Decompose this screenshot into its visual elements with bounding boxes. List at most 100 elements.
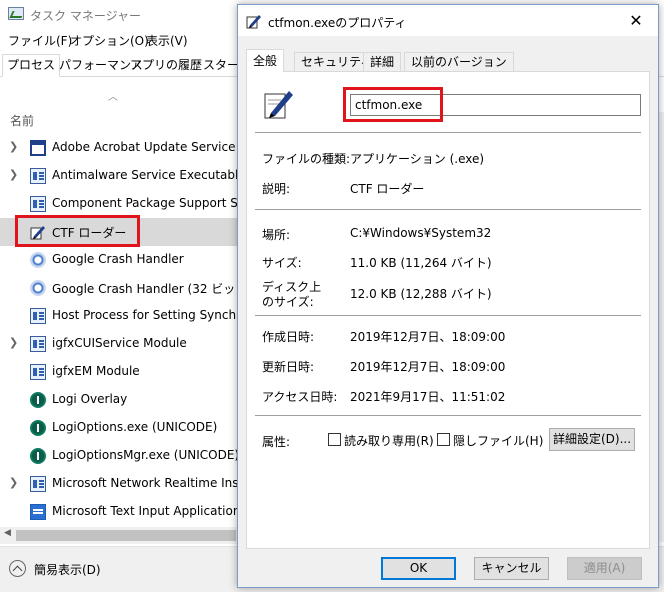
menu-view[interactable]: 表示(V) [146,32,188,49]
process-name: Google Crash Handler (32 ビット) [52,282,237,296]
process-row[interactable]: ❯ Antimalware Service Executable [0,162,240,190]
chevron-right-icon[interactable]: ❯ [9,168,18,181]
tab-app-history[interactable]: アプリの履歴 [125,54,207,77]
apply-button[interactable]: 適用(A) [567,557,642,580]
tab-processes[interactable]: プロセス [2,54,61,77]
size-label: サイズ: [262,256,302,270]
process-row[interactable]: Component Package Support Se... [0,190,240,218]
dialog-title: ctfmon.exeのプロパティ [268,16,407,30]
properties-dialog: ctfmon.exeのプロパティ ✕ 全般 セキュリティ 詳細 以前のバージョン… [237,4,659,588]
process-name: Component Package Support Se... [52,196,237,210]
process-row-selected[interactable]: CTF ローダー [0,218,240,246]
menu-file[interactable]: ファイル(F) [8,32,72,49]
tab-details[interactable]: 詳細 [363,52,402,72]
chevron-right-icon[interactable]: ❯ [9,140,18,153]
separator [255,132,641,133]
disk-size-value: 12.0 KB (12,288 バイト) [350,287,492,301]
google-icon [30,252,46,268]
process-name: CTF ローダー [52,226,127,240]
description-value: CTF ローダー [350,182,425,196]
service-icon [30,336,46,352]
cancel-button[interactable]: キャンセル [474,557,549,580]
window-icon [30,140,46,156]
process-name: igfxEM Module [52,364,140,378]
scroll-left-icon[interactable]: ◀ [4,528,11,538]
task-manager-icon [8,7,24,20]
tm-title: タスク マネージャー [30,9,141,23]
location-label: 場所: [262,228,291,242]
sort-up-icon: ︿ [108,92,118,103]
service-icon [30,364,46,380]
file-name-input[interactable] [350,94,641,116]
process-row[interactable]: LogiOptions.exe (UNICODE) [0,414,240,442]
process-name: LogiOptionsMgr.exe (UNICODE) [52,448,237,462]
general-panel: ファイルの種類: アプリケーション (.exe) 説明: CTF ローダー 場所… [246,71,650,549]
menu-options[interactable]: オプション(O) [70,32,149,49]
close-button[interactable]: ✕ [614,5,658,36]
chevron-right-icon[interactable]: ❯ [9,336,18,349]
process-name: Adobe Acrobat Update Service (... [52,140,237,154]
horizontal-scrollbar[interactable]: ◀ [0,527,240,544]
pen-icon [246,13,262,29]
process-name: Host Process for Setting Synch... [52,308,237,322]
location-value: C:¥Windows¥System32 [350,226,492,240]
separator [255,209,641,210]
service-icon [30,476,46,492]
process-name: Google Crash Handler [52,252,184,266]
attributes-label: 属性: [262,435,291,449]
process-row[interactable]: ❯ igfxCUIService Module [0,330,240,358]
hidden-checkbox[interactable] [437,433,450,446]
logi-icon [30,448,46,464]
process-row[interactable]: Host Process for Setting Synch... [0,302,240,330]
separator [255,315,641,316]
size-value: 11.0 KB (11,264 バイト) [350,256,492,270]
process-name: igfxCUIService Module [52,336,187,350]
service-icon [30,196,46,212]
process-row[interactable]: Logi Overlay [0,386,240,414]
separator [255,415,641,416]
process-name: Microsoft Network Realtime Ins... [52,476,237,490]
process-row[interactable]: Google Crash Handler [0,246,240,274]
tab-general[interactable]: 全般 [246,49,285,72]
process-row[interactable]: LogiOptionsMgr.exe (UNICODE) [0,442,240,470]
chevron-right-icon[interactable]: ❯ [9,476,18,489]
process-name: Microsoft Text Input Application [52,504,237,518]
process-row[interactable]: Microsoft Text Input Application [0,498,240,526]
description-label: 説明: [262,182,291,196]
hidden-label[interactable]: 隠しファイル(H) [453,432,543,449]
pen-icon [263,88,295,120]
modified-value: 2019年12月7日、18:09:00 [350,360,506,374]
process-name: Logi Overlay [52,392,128,406]
dialog-titlebar: ctfmon.exeのプロパティ ✕ [238,5,658,36]
tab-previous-versions[interactable]: 以前のバージョン [404,52,514,72]
advanced-button[interactable]: 詳細設定(D)... [549,428,635,451]
column-header-name[interactable]: 名前 [10,112,34,129]
type-label: ファイルの種類: [262,152,351,166]
keyboard-icon [30,504,46,520]
logi-icon [30,392,46,408]
service-icon [30,168,46,184]
fewer-details-link[interactable]: 簡易表示(D) [34,561,101,578]
service-icon [30,308,46,324]
ok-button[interactable]: OK [381,557,456,580]
created-value: 2019年12月7日、18:09:00 [350,330,506,344]
type-value: アプリケーション (.exe) [350,152,485,166]
process-row[interactable]: ❯ Microsoft Network Realtime Ins... [0,470,240,498]
accessed-label: アクセス日時: [262,390,338,404]
accessed-value: 2021年9月17日、11:51:02 [350,390,506,404]
google-icon [30,280,46,296]
created-label: 作成日時: [262,330,315,344]
process-name: Antimalware Service Executable [52,168,237,182]
readonly-label[interactable]: 読み取り専用(R) [344,432,434,449]
process-row[interactable]: ❯ Adobe Acrobat Update Service (... [0,134,240,162]
scrollbar-thumb[interactable] [16,530,236,541]
pen-icon [30,224,46,240]
logi-icon [30,420,46,436]
collapse-up-icon[interactable] [9,560,26,577]
modified-label: 更新日時: [262,360,315,374]
disk-size-label-line2: のサイズ: [262,295,314,309]
process-row[interactable]: Google Crash Handler (32 ビット) [0,274,240,302]
readonly-checkbox[interactable] [328,433,341,446]
process-row[interactable]: igfxEM Module [0,358,240,386]
process-name: LogiOptions.exe (UNICODE) [52,420,218,434]
